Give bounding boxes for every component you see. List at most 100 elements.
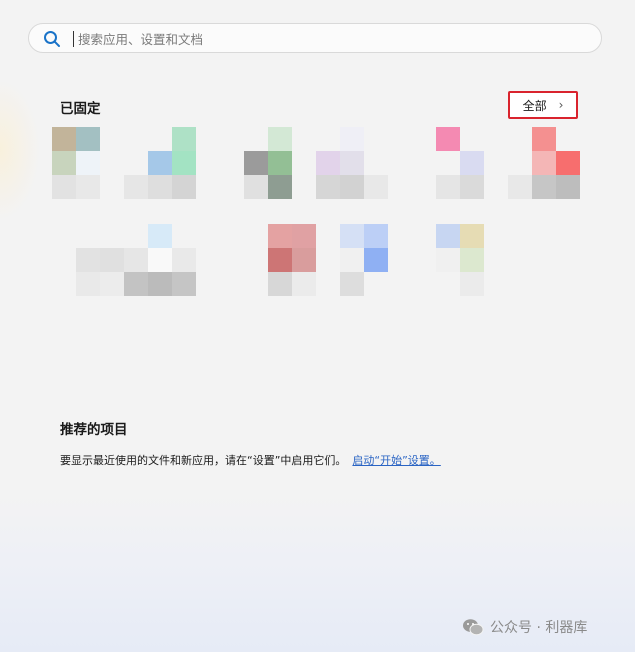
pixelated-cell [52,175,76,199]
pixelated-cell [244,175,268,199]
pixelated-cell [100,224,124,248]
pixelated-cell [460,272,484,296]
pixelated-cell [76,248,100,272]
pixelated-cell [412,127,436,151]
pinned-app-icon[interactable] [124,127,196,199]
pixelated-cell [436,127,460,151]
pixelated-cell [124,127,148,151]
pinned-app-icon[interactable] [244,224,316,296]
search-input[interactable] [76,27,580,51]
pixelated-cell [340,127,364,151]
pixelated-cell [148,224,172,248]
pixelated-cell [76,224,100,248]
pixelated-cell [172,151,196,175]
pinned-app-icon[interactable] [508,127,580,199]
pixelated-cell [532,175,556,199]
pixelated-cell [364,127,388,151]
pixelated-cell [460,175,484,199]
pixelated-cell [340,175,364,199]
pixelated-cell [268,151,292,175]
pixelated-cell [340,224,364,248]
pixelated-cell [412,175,436,199]
pixelated-cell [412,248,436,272]
recommended-message: 要显示最近使用的文件和新应用，请在“设置”中启用它们。 启动“开始”设置。 [60,452,441,468]
pinned-app-icon[interactable] [52,127,124,199]
pixelated-cell [76,175,100,199]
pixelated-cell [436,272,460,296]
pixelated-cell [124,224,148,248]
pixelated-cell [148,272,172,296]
pixelated-cell [100,175,124,199]
pixelated-cell [460,127,484,151]
pixelated-cell [508,151,532,175]
pixelated-cell [340,151,364,175]
pixelated-cell [148,248,172,272]
pinned-app-icon[interactable] [316,127,388,199]
recommended-text: 要显示最近使用的文件和新应用，请在“设置”中启用它们。 [60,454,347,467]
pinned-heading: 已固定 [60,101,101,117]
search-box[interactable] [28,23,602,53]
pixelated-cell [316,151,340,175]
pinned-app-icon[interactable] [52,224,124,296]
all-apps-label: 全部 [522,98,547,113]
pixelated-cell [436,224,460,248]
text-caret [73,31,74,47]
pixelated-cell [268,127,292,151]
pinned-app-icon[interactable] [316,224,388,296]
pinned-app-icon[interactable] [412,224,484,296]
pinned-app-icon[interactable] [412,127,484,199]
pixelated-cell [100,248,124,272]
pixelated-cell [292,248,316,272]
pixelated-cell [76,151,100,175]
pixelated-cell [52,127,76,151]
pixelated-cell [172,248,196,272]
pixelated-cell [316,175,340,199]
pixelated-cell [148,127,172,151]
start-menu: 已固定 全部 › 推荐的项目 要显示最近使用的文件和新应用，请在“设置”中启用它… [0,0,635,652]
pixelated-cell [244,272,268,296]
pixelated-cell [292,151,316,175]
pixelated-cell [340,248,364,272]
pixelated-cell [172,127,196,151]
pixelated-cell [52,224,76,248]
pixelated-cell [52,151,76,175]
pinned-app-icon[interactable] [124,224,196,296]
pixelated-cell [292,127,316,151]
pixelated-cell [268,248,292,272]
pixelated-cell [172,175,196,199]
pixelated-cell [460,151,484,175]
pixelated-cell [364,248,388,272]
pixelated-cell [268,224,292,248]
pixelated-cell [100,127,124,151]
pixelated-cell [316,224,340,248]
pixelated-cell [76,272,100,296]
pixelated-cell [436,175,460,199]
pixelated-cell [412,151,436,175]
all-apps-button[interactable]: 全部 › [508,91,578,119]
watermark-text: 公众号 · 利器库 [490,620,588,636]
pixelated-cell [340,272,364,296]
pixelated-cell [460,224,484,248]
pinned-app-icon[interactable] [244,127,316,199]
pixelated-cell [172,272,196,296]
pixelated-cell [556,127,580,151]
pixelated-cell [52,272,76,296]
pixelated-cell [460,248,484,272]
pixelated-cell [268,175,292,199]
pixelated-cell [244,127,268,151]
pixelated-cell [172,224,196,248]
start-settings-link[interactable]: 启动“开始”设置。 [352,454,440,467]
pixelated-cell [556,175,580,199]
pixelated-cell [100,151,124,175]
pixelated-cell [532,127,556,151]
pixelated-cell [244,151,268,175]
pixelated-cell [292,175,316,199]
pixelated-cell [124,151,148,175]
pixelated-cell [292,224,316,248]
pixelated-cell [124,248,148,272]
chevron-right-icon: › [558,98,564,112]
pixelated-cell [556,151,580,175]
pixelated-cell [292,272,316,296]
pixelated-cell [244,248,268,272]
pixelated-cell [52,248,76,272]
